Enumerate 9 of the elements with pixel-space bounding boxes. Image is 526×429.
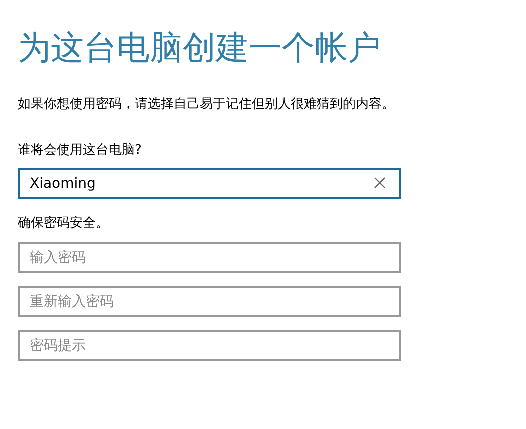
input-field[interactable]: 重新输入密码 bbox=[18, 286, 401, 317]
clear-icon[interactable] bbox=[374, 177, 386, 189]
field-label: 确保密码安全。 bbox=[18, 215, 110, 233]
input-field[interactable]: 输入密码 bbox=[18, 242, 401, 273]
input-field[interactable]: Xiaoming bbox=[18, 168, 401, 199]
page-title: 为这台电脑创建一个帐户 bbox=[18, 27, 382, 69]
description-text: 如果你想使用密码，请选择自己易于记住但别人很难猜到的内容。 bbox=[18, 96, 396, 114]
field-label: 谁将会使用这台电脑? bbox=[18, 142, 143, 160]
input-field[interactable]: 密码提示 bbox=[18, 330, 401, 361]
